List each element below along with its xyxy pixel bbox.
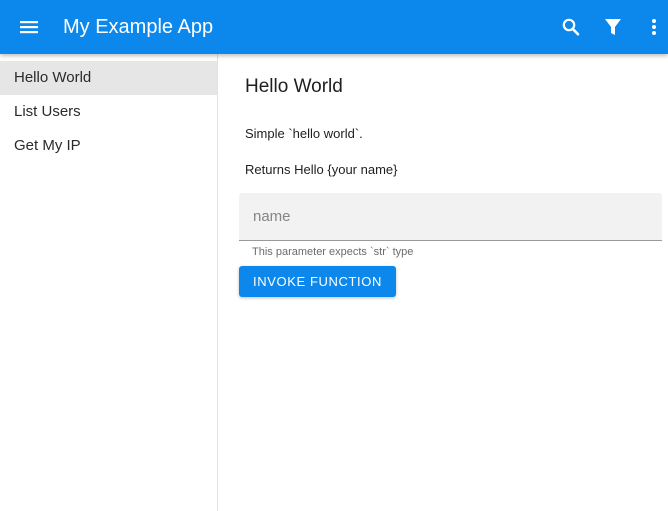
filter-icon [605,19,621,35]
app-bar: My Example App [0,0,668,54]
menu-button[interactable] [14,13,44,41]
more-options-button[interactable] [642,14,666,40]
sidebar-item-list-users[interactable]: List Users [0,95,217,129]
search-button[interactable] [559,14,583,40]
invoke-function-button[interactable]: INVOKE FUNCTION [239,266,396,297]
app-title: My Example App [63,16,214,38]
name-input[interactable] [239,193,662,240]
filter-button[interactable] [601,14,625,40]
sidebar: Hello World List Users Get My IP [0,54,218,511]
sidebar-item-hello-world[interactable]: Hello World [0,61,217,95]
search-icon [562,18,580,36]
more-vert-icon [652,19,656,35]
page-title: Hello World [245,76,343,97]
nav-list: Hello World List Users Get My IP [0,54,217,163]
main-content: Hello World Simple `hello world`. Return… [218,54,668,511]
function-description: Simple `hello world`. [245,126,363,141]
hamburger-menu-icon [20,21,38,34]
function-returns: Returns Hello {your name} [245,162,398,177]
field-hint: This parameter expects `str` type [252,246,414,258]
sidebar-item-get-my-ip[interactable]: Get My IP [0,129,217,163]
name-field [239,193,662,241]
